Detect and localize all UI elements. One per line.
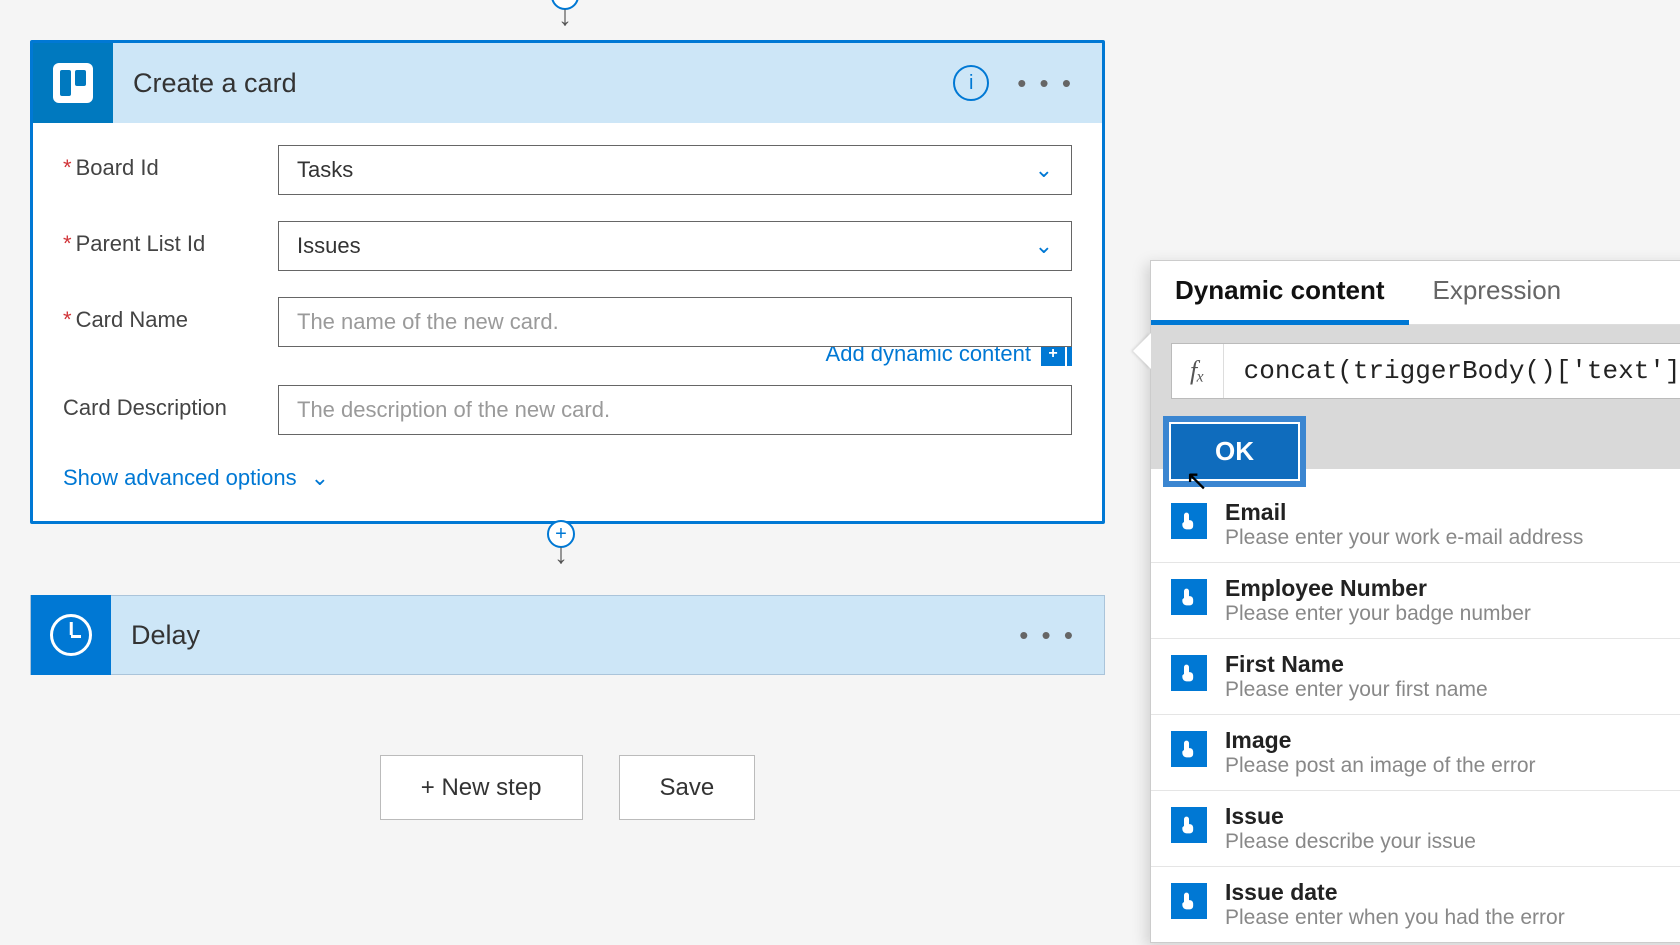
dynamic-item-sub: Please enter when you had the error bbox=[1225, 906, 1565, 930]
fx-icon: fₓ bbox=[1172, 344, 1224, 398]
touch-icon bbox=[1171, 503, 1207, 539]
chevron-down-icon: ⌄ bbox=[1035, 157, 1053, 183]
dynamic-item-email[interactable]: EmailPlease enter your work e-mail addre… bbox=[1151, 487, 1680, 562]
parent-list-id-select[interactable]: Issues⌄ bbox=[278, 221, 1072, 271]
dynamic-content-list: EmailPlease enter your work e-mail addre… bbox=[1151, 469, 1680, 942]
trello-icon bbox=[33, 43, 113, 123]
touch-icon bbox=[1171, 807, 1207, 843]
arrow-down-icon: ↓ bbox=[554, 546, 568, 563]
dynamic-item-employee-number[interactable]: Employee NumberPlease enter your badge n… bbox=[1151, 562, 1680, 638]
card-description-input[interactable] bbox=[278, 385, 1072, 435]
delay-action[interactable]: Delay • • • bbox=[30, 595, 1105, 675]
more-icon[interactable]: • • • bbox=[1017, 68, 1074, 99]
field-parent-list-id: *Parent List Id Issues⌄ bbox=[63, 221, 1072, 271]
dynamic-item-title: Employee Number bbox=[1225, 575, 1531, 602]
flow-connector-mid: + ↓ bbox=[547, 520, 575, 563]
field-card-description: Card Description bbox=[63, 385, 1072, 435]
dynamic-item-image[interactable]: ImagePlease post an image of the error bbox=[1151, 714, 1680, 790]
footer-buttons: + New step Save bbox=[30, 755, 1105, 820]
dynamic-item-title: Issue bbox=[1225, 803, 1476, 830]
panel-pointer-icon bbox=[1133, 333, 1151, 369]
dynamic-item-title: Email bbox=[1225, 499, 1583, 526]
board-id-select[interactable]: Tasks⌄ bbox=[278, 145, 1072, 195]
card-name-input[interactable] bbox=[278, 297, 1072, 347]
tab-expression[interactable]: Expression bbox=[1409, 261, 1586, 324]
flow-connector-top: + ↓ bbox=[545, 0, 585, 25]
show-advanced-options[interactable]: Show advanced options⌄ bbox=[63, 465, 329, 491]
create-card-action: Create a card i • • • *Board Id Tasks⌄ *… bbox=[30, 40, 1105, 524]
dynamic-item-issue-date[interactable]: Issue datePlease enter when you had the … bbox=[1151, 866, 1680, 942]
save-button[interactable]: Save bbox=[619, 755, 756, 820]
touch-icon bbox=[1171, 883, 1207, 919]
board-id-label: *Board Id bbox=[63, 145, 278, 181]
touch-icon bbox=[1171, 655, 1207, 691]
expression-area: fₓ concat(triggerBody()['text'], ' OK ↖ bbox=[1151, 325, 1680, 469]
expression-input-row[interactable]: fₓ concat(triggerBody()['text'], ' bbox=[1171, 343, 1680, 399]
parent-list-id-label: *Parent List Id bbox=[63, 221, 278, 257]
action-body: *Board Id Tasks⌄ *Parent List Id Issues⌄… bbox=[33, 123, 1102, 521]
dynamic-panel-tabs: Dynamic content Expression bbox=[1151, 261, 1680, 325]
dynamic-item-sub: Please enter your first name bbox=[1225, 678, 1488, 702]
field-card-name: *Card Name bbox=[63, 297, 1072, 347]
more-icon[interactable]: • • • bbox=[1019, 620, 1076, 651]
dynamic-item-sub: Please post an image of the error bbox=[1225, 754, 1536, 778]
dynamic-item-issue[interactable]: IssuePlease describe your issue bbox=[1151, 790, 1680, 866]
action-title: Create a card bbox=[133, 68, 953, 99]
card-name-label: *Card Name bbox=[63, 297, 278, 333]
ok-button-highlight: OK bbox=[1163, 416, 1306, 487]
card-description-label: Card Description bbox=[63, 385, 278, 421]
dynamic-item-sub: Please describe your issue bbox=[1225, 830, 1476, 854]
dynamic-item-title: Issue date bbox=[1225, 879, 1565, 906]
delay-title: Delay bbox=[131, 620, 1019, 651]
dynamic-item-title: Image bbox=[1225, 727, 1536, 754]
chevron-down-icon: ⌄ bbox=[1035, 233, 1053, 259]
touch-icon bbox=[1171, 731, 1207, 767]
touch-icon bbox=[1171, 579, 1207, 615]
field-board-id: *Board Id Tasks⌄ bbox=[63, 145, 1072, 195]
action-header[interactable]: Create a card i • • • bbox=[33, 43, 1102, 123]
ok-button[interactable]: OK bbox=[1171, 424, 1298, 479]
dynamic-item-sub: Please enter your badge number bbox=[1225, 602, 1531, 626]
delay-clock-icon bbox=[31, 595, 111, 675]
tab-dynamic-content[interactable]: Dynamic content bbox=[1151, 261, 1409, 324]
dynamic-content-panel: Dynamic content Expression fₓ concat(tri… bbox=[1150, 260, 1680, 943]
expression-text[interactable]: concat(triggerBody()['text'], ' bbox=[1224, 356, 1680, 386]
new-step-button[interactable]: + New step bbox=[380, 755, 583, 820]
dynamic-item-sub: Please enter your work e-mail address bbox=[1225, 526, 1583, 550]
dynamic-item-first-name[interactable]: First NamePlease enter your first name bbox=[1151, 638, 1680, 714]
chevron-down-icon: ⌄ bbox=[311, 465, 329, 491]
dynamic-item-title: First Name bbox=[1225, 651, 1488, 678]
info-icon[interactable]: i bbox=[953, 65, 989, 101]
arrow-down-icon: ↓ bbox=[558, 8, 572, 25]
